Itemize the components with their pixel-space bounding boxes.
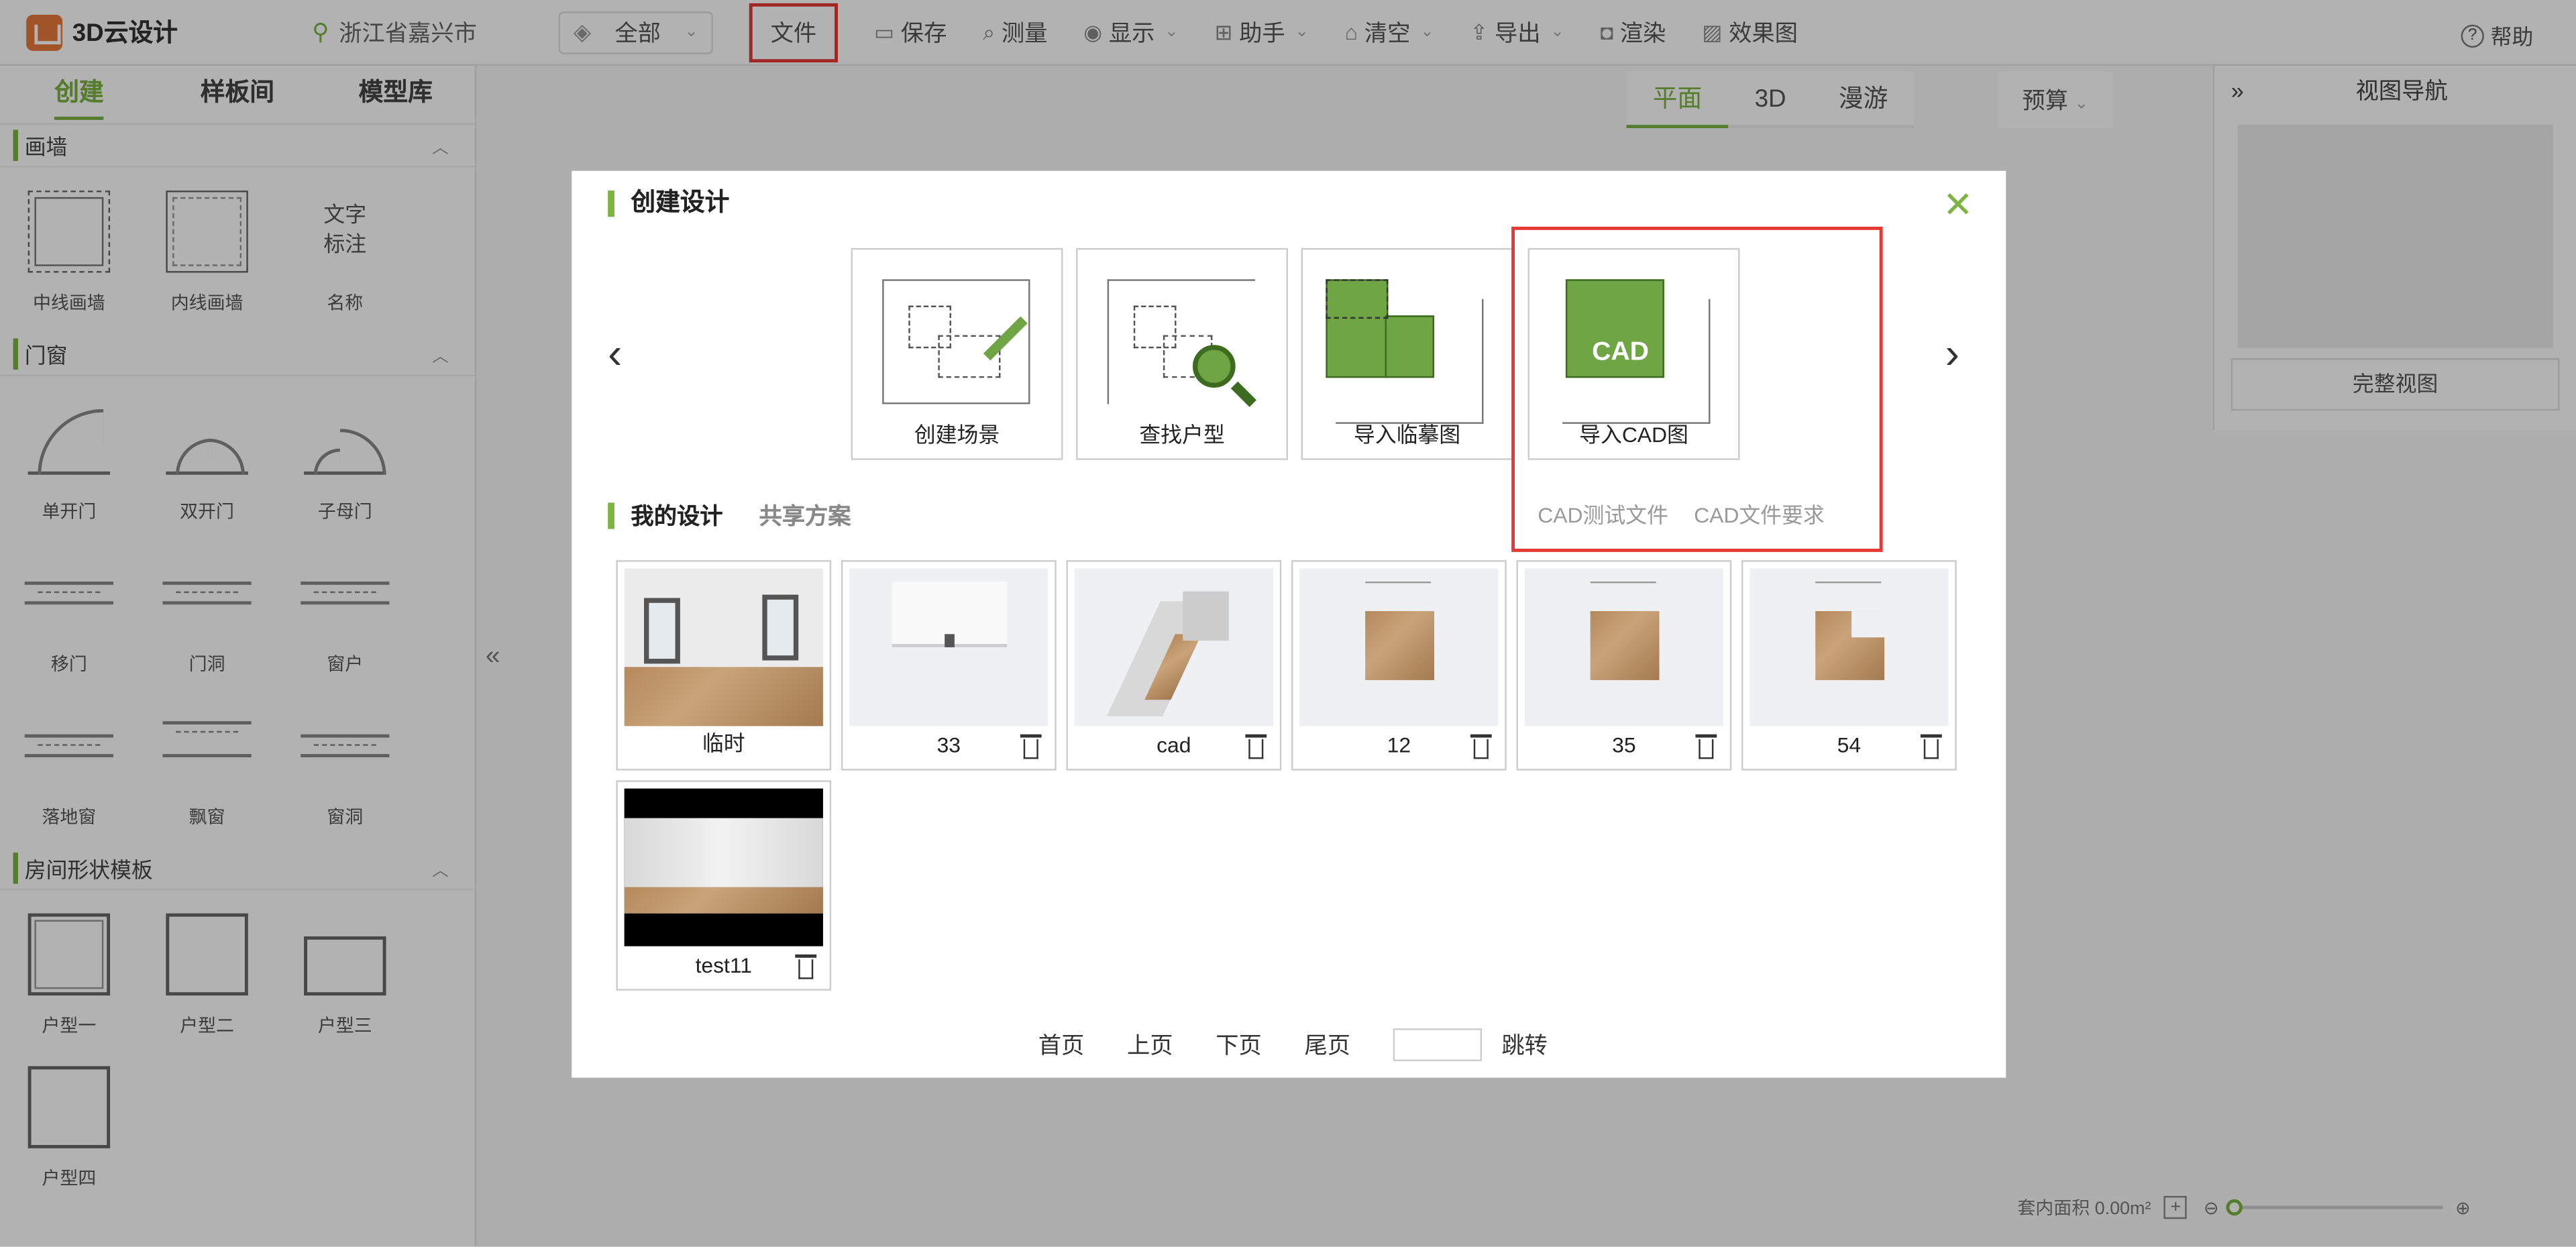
design-thumbnail bbox=[1750, 568, 1949, 726]
create-scene-icon bbox=[882, 279, 1033, 407]
jump-button[interactable]: 跳转 bbox=[1501, 1028, 1548, 1061]
design-card[interactable]: cad bbox=[1066, 560, 1282, 771]
design-card[interactable]: 54 bbox=[1741, 560, 1957, 771]
create-scene-label: 创建场景 bbox=[914, 422, 1000, 447]
app-root: 3D云设计 ⚲ 浙江省嘉兴市 ◈ 全部 ⌄ 文件 ▭ 保存 ⌕ 测量 ◉ 显示 ⌄ ⊞ 助… bbox=[0, 0, 2576, 1247]
import-tracing-icon bbox=[1326, 279, 1484, 424]
design-card[interactable]: 12 bbox=[1291, 560, 1507, 771]
design-card[interactable]: 临时 bbox=[616, 560, 832, 771]
carousel-prev-icon[interactable]: ‹ bbox=[608, 329, 622, 380]
carousel-next-icon[interactable]: › bbox=[1945, 329, 1960, 380]
design-thumbnail bbox=[1074, 568, 1273, 726]
close-icon[interactable]: ✕ bbox=[1943, 184, 1973, 227]
find-floorplan-card[interactable]: 查找户型 bbox=[1076, 248, 1289, 460]
import-tracing-label: 导入临摹图 bbox=[1353, 422, 1461, 447]
cad-requirements-link[interactable]: CAD文件要求 bbox=[1694, 502, 1825, 527]
next-page-button[interactable]: 下页 bbox=[1216, 1028, 1262, 1061]
modal-title: 创建设计 bbox=[608, 190, 729, 217]
design-thumbnail bbox=[1299, 568, 1499, 726]
find-floorplan-label: 查找户型 bbox=[1139, 422, 1225, 447]
tab-my-designs[interactable]: 我的设计 bbox=[608, 502, 723, 529]
cad-test-file-link[interactable]: CAD测试文件 bbox=[1538, 502, 1668, 527]
design-thumbnail bbox=[624, 568, 823, 726]
trash-icon[interactable] bbox=[1470, 734, 1492, 759]
trash-icon[interactable] bbox=[795, 954, 817, 979]
pagination: 首页 上页 下页 尾页 跳转 bbox=[1038, 1028, 1548, 1062]
page-number-input[interactable] bbox=[1393, 1028, 1482, 1062]
design-thumbnail bbox=[849, 568, 1049, 726]
design-card[interactable]: 35 bbox=[1516, 560, 1732, 771]
trash-icon[interactable] bbox=[1020, 734, 1042, 759]
cad-links: CAD测试文件 CAD文件要求 bbox=[1538, 498, 1844, 529]
create-scene-card[interactable]: 创建场景 bbox=[851, 248, 1063, 460]
design-card[interactable]: test11 bbox=[616, 780, 832, 991]
prev-page-button[interactable]: 上页 bbox=[1127, 1028, 1173, 1061]
design-card[interactable]: 33 bbox=[841, 560, 1057, 771]
tab-shared-plans[interactable]: 共享方案 bbox=[759, 499, 851, 532]
trash-icon[interactable] bbox=[1695, 734, 1717, 759]
find-floorplan-icon bbox=[1107, 279, 1258, 407]
design-thumbnail bbox=[624, 788, 823, 946]
import-tracing-card[interactable]: 导入临摹图 bbox=[1301, 248, 1513, 460]
first-page-button[interactable]: 首页 bbox=[1038, 1028, 1085, 1061]
design-section-tabs: 我的设计 共享方案 bbox=[608, 499, 851, 532]
trash-icon[interactable] bbox=[1920, 734, 1942, 759]
design-thumbnail bbox=[1524, 568, 1724, 726]
design-name: 临时 bbox=[702, 730, 745, 756]
trash-icon[interactable] bbox=[1245, 734, 1267, 759]
create-design-modal: 创建设计 ✕ ‹ › 创建场景 查找户型 导入临摹图 CAD 导入CAD图 CA… bbox=[572, 170, 2006, 1078]
last-page-button[interactable]: 尾页 bbox=[1305, 1028, 1351, 1061]
